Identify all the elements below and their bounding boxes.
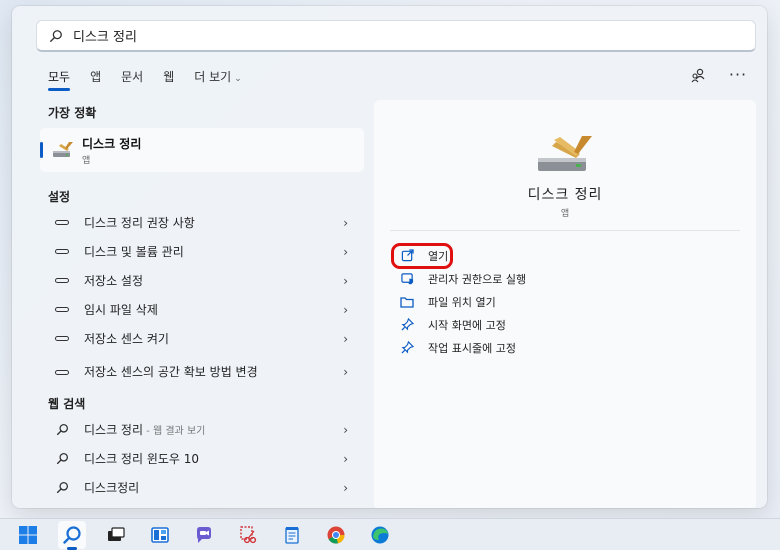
action-label: 열기 xyxy=(428,249,449,263)
tab-more[interactable]: 더 보기 ⌄ xyxy=(194,68,241,89)
action-label: 시작 화면에 고정 xyxy=(428,318,506,332)
chevron-right-icon: › xyxy=(343,451,348,466)
search-box[interactable] xyxy=(36,20,756,52)
taskbar xyxy=(0,518,780,550)
snipping-tool-icon[interactable] xyxy=(234,521,262,549)
action-label: 작업 표시줄에 고정 xyxy=(428,341,516,355)
chevron-right-icon: › xyxy=(343,215,348,230)
web-result-label: 디스크 정리 윈도우 10 xyxy=(84,452,200,466)
settings-item[interactable]: 임시 파일 삭제 › xyxy=(40,295,364,324)
action-label: 파일 위치 열기 xyxy=(428,295,496,309)
tab-apps[interactable]: 앱 xyxy=(90,68,101,89)
search-icon[interactable] xyxy=(58,520,86,550)
open-external-icon xyxy=(400,249,414,263)
web-result-item[interactable]: 디스크 정리 - 웹 결과 보기 › xyxy=(40,415,364,444)
search-icon xyxy=(54,481,70,495)
chevron-right-icon: › xyxy=(343,244,348,259)
settings-item-label: 디스크 및 볼륨 관리 xyxy=(84,245,184,259)
notepad-icon[interactable] xyxy=(278,521,306,549)
settings-heading: 설정 xyxy=(48,190,71,204)
admin-shield-icon xyxy=(400,272,414,286)
settings-item[interactable]: 저장소 설정 › xyxy=(40,266,364,295)
folder-icon xyxy=(400,295,414,309)
best-match-title: 디스크 정리 xyxy=(82,136,142,151)
settings-toggle-icon xyxy=(54,303,70,317)
results-list: 가장 정확 디스크 정리 앱 설정 디스크 정리 권장 사항 › 디스크 및 볼… xyxy=(40,102,376,502)
detail-pane: 디스크 정리 앱 열기 관리자 권한으로 실행 파일 위치 열기 시작 화면에 … xyxy=(374,100,756,508)
settings-item[interactable]: 디스크 및 볼륨 관리 › xyxy=(40,237,364,266)
filter-tabs: 모두 앱 문서 웹 더 보기 ⌄ xyxy=(48,66,262,91)
pin-to-taskbar-action[interactable]: 작업 표시줄에 고정 xyxy=(400,336,526,359)
windows-start-icon[interactable] xyxy=(14,521,42,549)
web-result-suffix: - 웹 결과 보기 xyxy=(143,426,206,437)
settings-item[interactable]: 저장소 센스의 공간 확보 방법 변경 › xyxy=(40,353,364,391)
best-match-item[interactable]: 디스크 정리 앱 xyxy=(40,128,364,172)
tab-all[interactable]: 모두 xyxy=(48,68,71,91)
settings-toggle-icon xyxy=(54,332,70,346)
settings-toggle-icon xyxy=(54,245,70,259)
settings-item-label: 디스크 정리 권장 사항 xyxy=(84,216,195,230)
chevron-right-icon: › xyxy=(343,480,348,495)
settings-toggle-icon xyxy=(54,274,70,288)
chevron-right-icon: › xyxy=(343,331,348,346)
pin-icon xyxy=(400,341,414,355)
search-icon xyxy=(54,452,70,466)
disk-cleanup-icon xyxy=(538,136,592,171)
account-switch-icon[interactable] xyxy=(687,64,709,86)
best-match-subtitle: 앱 xyxy=(82,155,91,166)
search-input[interactable] xyxy=(73,28,713,43)
chevron-right-icon: › xyxy=(343,273,348,288)
chat-icon[interactable] xyxy=(190,521,218,549)
web-result-label: 디스크 정리 xyxy=(84,423,144,437)
tab-more-label: 더 보기 xyxy=(194,69,232,84)
more-options-icon[interactable]: ··· xyxy=(727,64,749,86)
edge-icon[interactable] xyxy=(366,521,394,549)
search-icon xyxy=(54,423,70,437)
best-match-heading: 가장 정확 xyxy=(48,106,97,120)
search-icon xyxy=(50,29,62,42)
settings-item-label: 저장소 센스 켜기 xyxy=(84,332,169,346)
task-view-icon[interactable] xyxy=(102,521,130,549)
detail-title: 디스크 정리 xyxy=(527,187,603,203)
settings-item-label: 임시 파일 삭제 xyxy=(84,303,158,317)
web-result-item[interactable]: 디스크 정리 윈도우 10 › xyxy=(40,444,364,473)
chrome-icon[interactable] xyxy=(322,521,350,549)
top-right-actions: ··· xyxy=(669,64,749,86)
settings-toggle-icon xyxy=(54,365,70,379)
divider xyxy=(390,230,740,231)
widgets-icon[interactable] xyxy=(146,521,174,549)
tab-web[interactable]: 웹 xyxy=(163,68,174,89)
detail-actions: 열기 관리자 권한으로 실행 파일 위치 열기 시작 화면에 고정 작업 표시줄… xyxy=(400,244,526,359)
settings-item[interactable]: 저장소 센스 켜기 › xyxy=(40,324,364,353)
chevron-right-icon: › xyxy=(343,302,348,317)
chevron-right-icon: › xyxy=(343,422,348,437)
tab-documents[interactable]: 문서 xyxy=(121,68,143,89)
action-label: 관리자 권한으로 실행 xyxy=(428,272,527,286)
web-result-label: 디스크정리 xyxy=(84,481,140,495)
chevron-down-icon: ⌄ xyxy=(234,73,242,84)
pin-icon xyxy=(400,318,414,332)
detail-subtitle: 앱 xyxy=(560,209,570,219)
settings-toggle-icon xyxy=(54,216,70,230)
settings-item-label: 저장소 설정 xyxy=(84,274,144,288)
settings-item[interactable]: 디스크 정리 권장 사항 › xyxy=(40,208,364,237)
web-result-item[interactable]: 디스크정리 › xyxy=(40,473,364,502)
open-file-location-action[interactable]: 파일 위치 열기 xyxy=(400,290,526,313)
start-search-panel: 모두 앱 문서 웹 더 보기⌄ ··· 가장 정확 xyxy=(12,6,767,508)
disk-cleanup-icon xyxy=(53,142,73,157)
web-search-heading: 웹 검색 xyxy=(48,397,86,411)
run-as-admin-action[interactable]: 관리자 권한으로 실행 xyxy=(400,267,526,290)
settings-item-label: 저장소 센스의 공간 확보 방법 변경 xyxy=(84,364,258,379)
chevron-right-icon: › xyxy=(343,365,348,379)
pin-to-start-action[interactable]: 시작 화면에 고정 xyxy=(400,313,526,336)
open-action[interactable]: 열기 xyxy=(400,244,526,267)
